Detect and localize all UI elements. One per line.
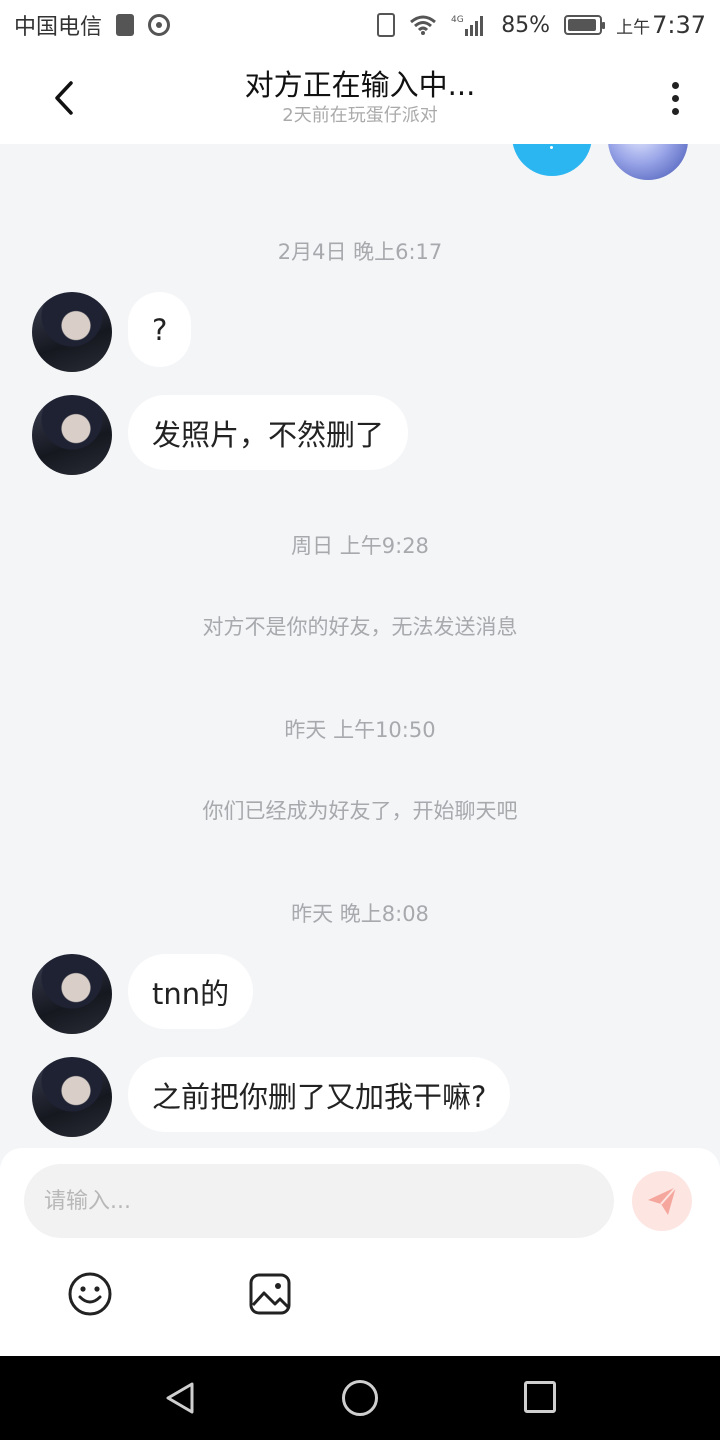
back-button[interactable]	[40, 74, 88, 122]
my-avatar[interactable]	[608, 144, 688, 180]
system-message: 对方不是你的好友，无法发送消息	[202, 615, 518, 639]
incoming-message-bubble[interactable]: tnn的	[128, 954, 254, 1029]
message-row: 发照片，不然删了	[32, 395, 409, 475]
vibrate-icon	[377, 13, 396, 37]
nav-home-button[interactable]	[342, 1380, 378, 1416]
message-input[interactable]	[24, 1164, 614, 1238]
chat-subtitle: 2天前在玩蛋仔派对	[282, 105, 438, 126]
image-picker-button[interactable]	[246, 1270, 294, 1318]
svg-text:4G: 4G	[451, 15, 464, 25]
image-icon	[249, 1273, 291, 1315]
status-time: 上午 7:37	[616, 11, 706, 39]
incoming-message-bubble[interactable]: 发照片，不然删了	[128, 395, 409, 470]
message-row: 之前把你删了又加我干嘛?	[32, 1057, 511, 1137]
message-row: tnn的	[32, 954, 254, 1034]
chat-header: 对方正在输入中... 2天前在玩蛋仔派对	[0, 50, 720, 144]
battery-icon	[564, 15, 606, 35]
more-options-button[interactable]	[660, 74, 690, 122]
header-center: 对方正在输入中... 2天前在玩蛋仔派对	[245, 66, 476, 128]
smiley-icon	[68, 1272, 112, 1316]
timestamp: 周日 上午9:28	[291, 534, 429, 558]
input-panel	[0, 1148, 720, 1356]
message-row: ?	[32, 292, 192, 372]
status-right: 4G 85% 上午 7:37	[377, 11, 706, 39]
cellular-signal-icon: 4G	[451, 13, 487, 37]
nav-recents-button[interactable]	[524, 1381, 556, 1413]
emoji-button[interactable]	[66, 1270, 114, 1318]
wifi-icon	[409, 14, 437, 36]
triangle-back-icon	[166, 1382, 194, 1414]
time-clock: 7:37	[652, 11, 706, 39]
paper-plane-icon	[648, 1186, 677, 1215]
contact-avatar[interactable]	[32, 1057, 112, 1137]
timestamp: 2月4日 晚上6:17	[277, 240, 443, 264]
incoming-message-bubble[interactable]: ?	[128, 292, 192, 367]
outgoing-message-bubble-partial	[512, 144, 592, 176]
status-left: 中国电信	[14, 9, 171, 41]
nav-back-button[interactable]	[162, 1380, 198, 1416]
location-icon	[148, 14, 171, 36]
system-nav-bar	[0, 1356, 720, 1440]
contact-avatar[interactable]	[32, 954, 112, 1034]
send-button[interactable]	[632, 1171, 692, 1231]
timestamp: 昨天 上午10:50	[284, 718, 436, 742]
incoming-message-bubble[interactable]: 之前把你删了又加我干嘛?	[128, 1057, 511, 1132]
time-ampm: 上午	[616, 18, 651, 38]
system-message: 你们已经成为好友了，开始聊天吧	[202, 799, 518, 823]
chat-title: 对方正在输入中...	[244, 68, 476, 102]
status-bar: 中国电信 4G 85% 上午 7:37	[0, 0, 720, 50]
contact-avatar[interactable]	[32, 395, 112, 475]
back-chevron-icon	[55, 81, 73, 115]
chat-message-list[interactable]: 2月4日 晚上6:17 ? 发照片，不然删了 周日 上午9:28 对方不是你的好…	[0, 144, 720, 1148]
sd-card-icon	[116, 14, 135, 36]
timestamp: 昨天 晚上8:08	[291, 902, 429, 926]
contact-avatar[interactable]	[32, 292, 112, 372]
more-vertical-icon	[671, 81, 679, 89]
carrier-name: 中国电信	[14, 15, 103, 40]
battery-percent: 85%	[501, 12, 551, 38]
